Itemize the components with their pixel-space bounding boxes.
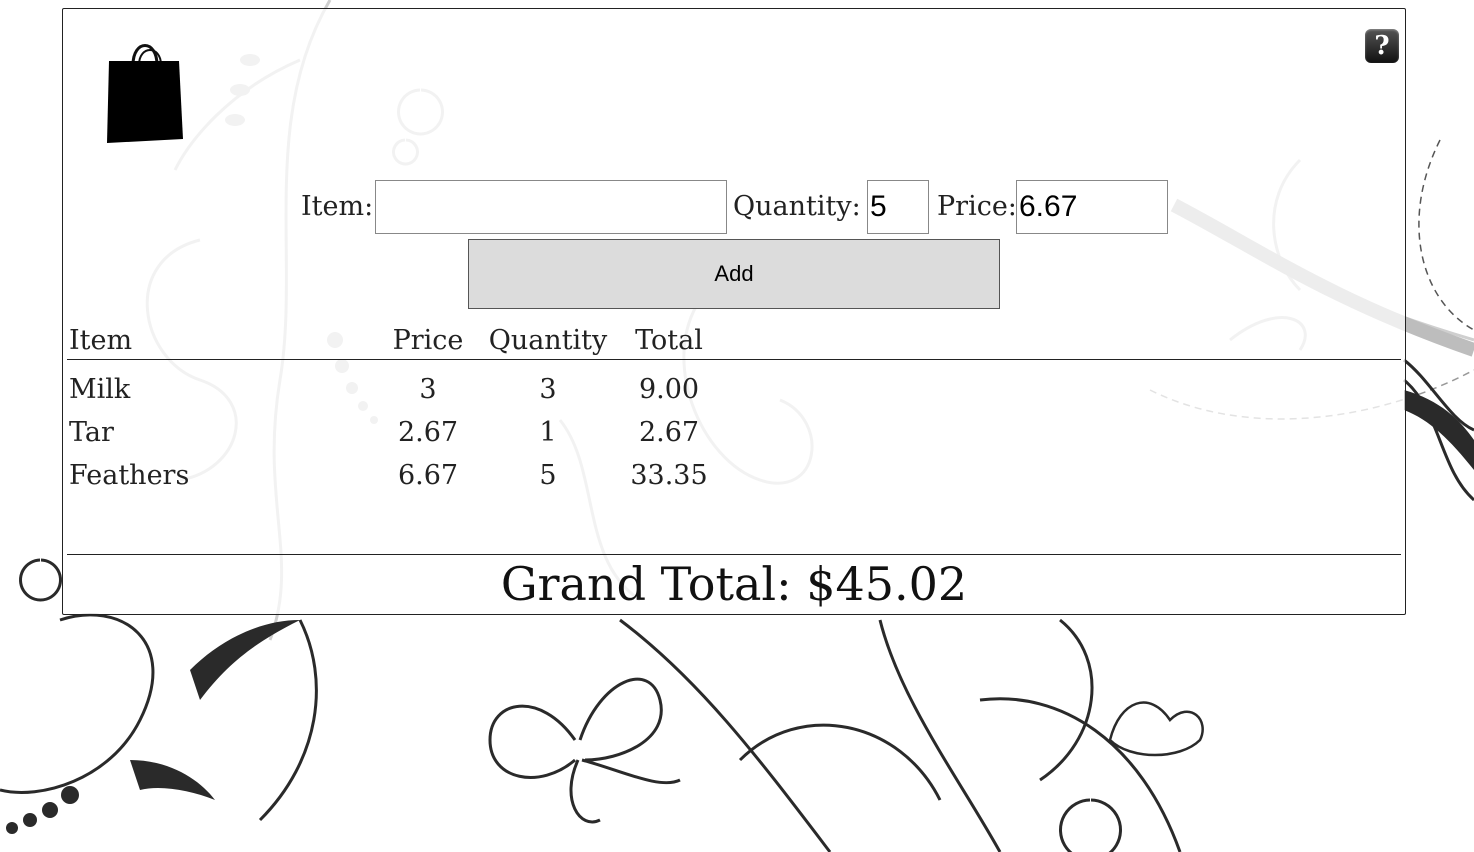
row-item: Feathers: [69, 460, 190, 491]
header-quantity: Quantity: [488, 325, 608, 356]
header-divider: [67, 359, 1401, 360]
row-quantity: 5: [539, 460, 557, 491]
row-price: 6.67: [397, 460, 459, 491]
row-item: Tar: [69, 417, 114, 448]
quantity-input[interactable]: [867, 180, 929, 234]
row-total: 2.67: [638, 417, 700, 448]
help-button[interactable]: ?: [1365, 29, 1399, 63]
grand-total: Grand Total: $45.02: [500, 557, 968, 611]
shopping-bag-icon: [107, 44, 183, 143]
row-total: 9.00: [638, 374, 700, 405]
row-quantity: 1: [539, 417, 557, 448]
price-label: Price:: [937, 191, 1017, 222]
item-input[interactable]: [375, 180, 727, 234]
quantity-label: Quantity:: [733, 191, 861, 222]
add-button[interactable]: Add: [468, 239, 1000, 309]
row-price: 3: [419, 374, 437, 405]
header-item: Item: [69, 325, 133, 356]
row-price: 2.67: [397, 417, 459, 448]
price-input[interactable]: [1016, 180, 1168, 234]
header-total: Total: [635, 325, 703, 356]
item-label: Item:: [301, 191, 374, 222]
header-price: Price: [392, 325, 464, 356]
help-icon: ?: [1374, 31, 1390, 61]
row-total: 33.35: [630, 460, 708, 491]
shopping-list-panel: ? Item: Quantity: Price: Add Item Price …: [62, 8, 1406, 615]
row-item: Milk: [69, 374, 131, 405]
total-divider: [67, 554, 1401, 555]
row-quantity: 3: [539, 374, 557, 405]
